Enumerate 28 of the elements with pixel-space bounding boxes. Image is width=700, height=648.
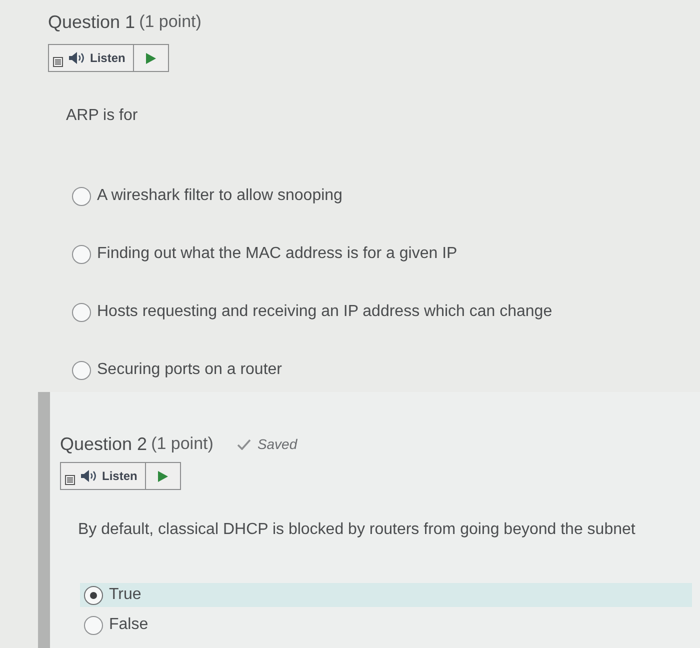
answer-option-label[interactable]: True (109, 583, 142, 607)
points-label: (1 point) (151, 433, 214, 455)
question-text: ARP is for (66, 106, 139, 126)
speaker-icon (69, 52, 85, 64)
points-label: (1 point) (139, 11, 202, 33)
speaker-icon (81, 470, 97, 482)
radio-button[interactable] (84, 616, 103, 634)
radio-button[interactable] (72, 186, 91, 206)
answer-option-label[interactable]: Hosts requesting and receiving an IP address which can change (97, 300, 552, 324)
radio-button[interactable] (72, 244, 91, 264)
question-title: Question 1 (48, 11, 136, 34)
radio-button[interactable] (72, 360, 91, 380)
listen-button[interactable]: Listen (75, 463, 146, 489)
menu-icon[interactable] (53, 57, 63, 67)
check-icon (237, 438, 252, 450)
answer-option-label[interactable]: Securing ports on a router (97, 358, 282, 382)
play-icon (158, 470, 168, 482)
question-text: By default, classical DHCP is blocked by routers from going beyond the subnet (78, 520, 636, 540)
answer-option-label[interactable]: False (109, 613, 148, 637)
radio-button[interactable] (84, 586, 103, 604)
menu-icon[interactable] (65, 475, 75, 485)
answer-option-label[interactable]: Finding out what the MAC address is for a given IP (97, 242, 458, 266)
listen-button[interactable]: Listen (63, 45, 134, 71)
answer-option-label[interactable]: A wireshark filter to allow snooping (97, 184, 342, 208)
saved-status: Saved (257, 435, 298, 454)
radio-button[interactable] (72, 302, 91, 322)
question-title: Question 2 (60, 433, 148, 456)
play-icon (146, 52, 156, 64)
